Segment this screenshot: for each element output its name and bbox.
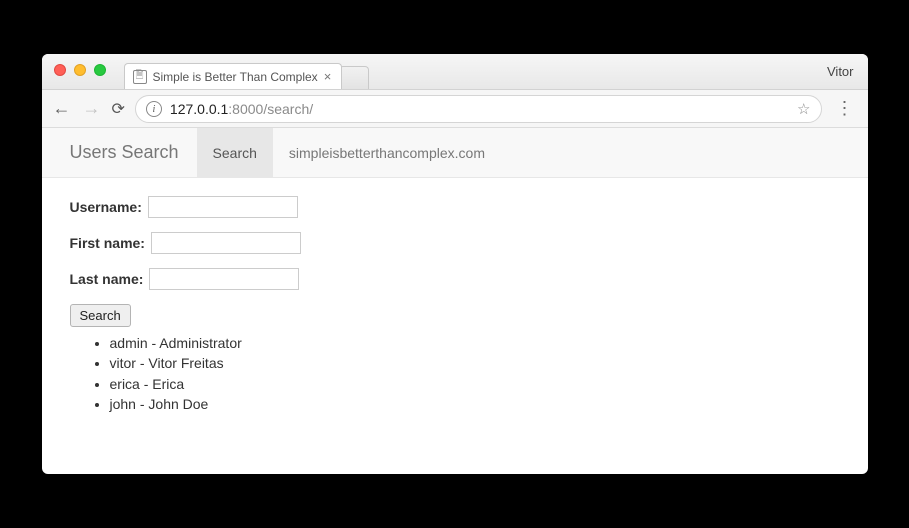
firstname-input[interactable] <box>151 232 301 254</box>
lastname-label: Last name: <box>70 271 144 287</box>
browser-tab-active[interactable]: 🗎 Simple is Better Than Complex × <box>124 63 343 89</box>
profile-name[interactable]: Vitor <box>827 64 854 79</box>
form-row-firstname: First name: <box>70 232 840 254</box>
list-item: erica - Erica <box>110 374 840 394</box>
tab-title: Simple is Better Than Complex <box>153 70 318 84</box>
form-row-username: Username: <box>70 196 840 218</box>
firstname-label: First name: <box>70 235 145 251</box>
lastname-input[interactable] <box>149 268 299 290</box>
window-controls <box>54 64 106 76</box>
site-info-icon[interactable]: i <box>146 101 162 117</box>
back-button[interactable]: ← <box>52 98 72 119</box>
bookmark-star-icon[interactable]: ☆ <box>797 100 810 118</box>
browser-menu-button[interactable]: ⋮ <box>832 98 858 119</box>
reload-button[interactable]: ⟳ <box>112 99 125 119</box>
search-button[interactable]: Search <box>70 304 131 327</box>
close-window-button[interactable] <box>54 64 66 76</box>
browser-window: Vitor 🗎 Simple is Better Than Complex × … <box>42 54 868 474</box>
page-content: Username: First name: Last name: Search … <box>42 178 868 432</box>
new-tab-button[interactable] <box>339 66 369 89</box>
list-item: admin - Administrator <box>110 333 840 353</box>
nav-item-site-link[interactable]: simpleisbetterthancomplex.com <box>273 128 501 177</box>
close-tab-icon[interactable]: × <box>324 69 332 84</box>
page-icon: 🗎 <box>133 70 147 84</box>
tab-strip: 🗎 Simple is Better Than Complex × <box>124 54 370 89</box>
username-label: Username: <box>70 199 142 215</box>
list-item: john - John Doe <box>110 394 840 414</box>
page-navbar: Users Search Search simpleisbetterthanco… <box>42 128 868 178</box>
list-item: vitor - Vitor Freitas <box>110 353 840 373</box>
username-input[interactable] <box>148 196 298 218</box>
url-text: 127.0.0.1:8000/search/ <box>170 101 789 117</box>
form-row-lastname: Last name: <box>70 268 840 290</box>
minimize-window-button[interactable] <box>74 64 86 76</box>
results-list: admin - Administrator vitor - Vitor Frei… <box>70 333 840 414</box>
brand-title[interactable]: Users Search <box>70 142 197 163</box>
forward-button[interactable]: → <box>82 98 102 119</box>
browser-toolbar: ← → ⟳ i 127.0.0.1:8000/search/ ☆ ⋮ <box>42 90 868 128</box>
title-bar: Vitor 🗎 Simple is Better Than Complex × <box>42 54 868 90</box>
address-bar[interactable]: i 127.0.0.1:8000/search/ ☆ <box>135 95 822 123</box>
nav-item-search[interactable]: Search <box>197 128 273 177</box>
maximize-window-button[interactable] <box>94 64 106 76</box>
